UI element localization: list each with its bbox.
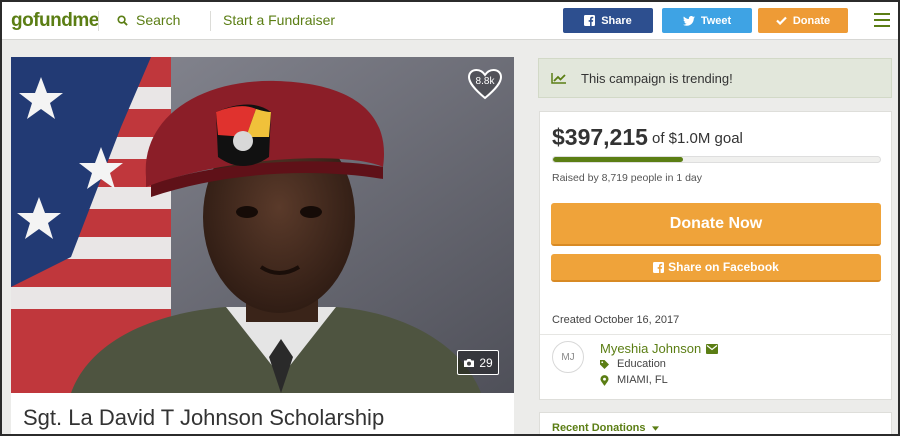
- envelope-icon[interactable]: [706, 343, 719, 354]
- location-text: MIAMI, FL: [617, 374, 668, 386]
- raised-by-text: Raised by 8,719 people in 1 day: [552, 172, 703, 184]
- divider: [98, 11, 99, 31]
- organizer-name: Myeshia Johnson: [600, 341, 702, 356]
- divider: [210, 11, 211, 31]
- share-on-facebook-label: Share on Facebook: [668, 260, 779, 274]
- trending-chart-icon: [551, 73, 566, 84]
- tweet-label: Tweet: [700, 14, 732, 27]
- photo-gallery-button[interactable]: 29: [457, 350, 499, 375]
- soldier-portrait-image: [11, 57, 514, 393]
- tweet-button[interactable]: Tweet: [662, 8, 752, 33]
- progress-bar: [552, 156, 881, 163]
- tag-icon: [600, 359, 609, 369]
- search-icon: [117, 14, 128, 26]
- facebook-icon: [584, 15, 596, 26]
- share-label: Share: [601, 14, 632, 27]
- page: gofundme Search Start a Fundraiser Share…: [0, 0, 900, 436]
- organizer-card: Created October 16, 2017 MJ Myeshia John…: [539, 300, 893, 400]
- trending-banner: This campaign is trending!: [538, 58, 892, 98]
- hamburger-menu-icon[interactable]: [874, 13, 890, 31]
- checkmark-icon: [776, 16, 787, 25]
- trending-text: This campaign is trending!: [581, 70, 733, 86]
- donate-label: Donate: [792, 14, 831, 27]
- twitter-icon: [682, 15, 695, 26]
- camera-icon: [464, 358, 475, 367]
- share-button[interactable]: Share: [563, 8, 653, 33]
- like-count: 8.8k: [475, 76, 495, 87]
- amount-raised: $397,215: [552, 124, 648, 150]
- gofundme-logo[interactable]: gofundme: [11, 10, 99, 32]
- goal-text: of $1.0M goal: [652, 130, 743, 147]
- location-pin-icon: [600, 374, 609, 386]
- organizer-avatar: MJ: [552, 341, 584, 373]
- campaign-title: Sgt. La David T Johnson Scholarship: [23, 405, 385, 430]
- location-row: MIAMI, FL: [600, 374, 668, 386]
- logo-part-go: go: [11, 10, 34, 31]
- created-date: Created October 16, 2017: [552, 314, 680, 326]
- category-row: Education: [600, 358, 666, 370]
- organizer-name-link[interactable]: Myeshia Johnson: [600, 341, 719, 356]
- search-label: Search: [136, 12, 181, 28]
- logo-part-me: me: [72, 10, 99, 31]
- donation-card: $397,215 of $1.0M goal Raised by 8,719 p…: [539, 111, 892, 301]
- recent-donations-toggle[interactable]: Recent Donations: [552, 422, 659, 434]
- caret-down-icon: [651, 425, 659, 431]
- divider: [540, 334, 893, 335]
- facebook-icon: [653, 261, 665, 273]
- logo-part-fund: fund: [33, 10, 73, 31]
- heart-like-button[interactable]: 8.8k: [467, 68, 503, 100]
- progress-bar-fill: [553, 157, 683, 162]
- start-fundraiser-link[interactable]: Start a Fundraiser: [223, 12, 335, 28]
- campaign-photo[interactable]: [11, 57, 514, 393]
- donate-now-button[interactable]: Donate Now: [551, 203, 881, 246]
- recent-donations-panel: Recent Donations: [539, 412, 892, 434]
- donate-button[interactable]: Donate: [758, 8, 848, 33]
- category-text: Education: [617, 358, 666, 370]
- recent-donations-label: Recent Donations: [552, 422, 646, 434]
- top-nav: gofundme Search Start a Fundraiser Share…: [2, 2, 898, 40]
- search-link[interactable]: Search: [117, 12, 180, 28]
- title-panel: Sgt. La David T Johnson Scholarship: [11, 393, 514, 434]
- photo-count-label: 29: [479, 355, 493, 370]
- share-on-facebook-button[interactable]: Share on Facebook: [551, 254, 881, 282]
